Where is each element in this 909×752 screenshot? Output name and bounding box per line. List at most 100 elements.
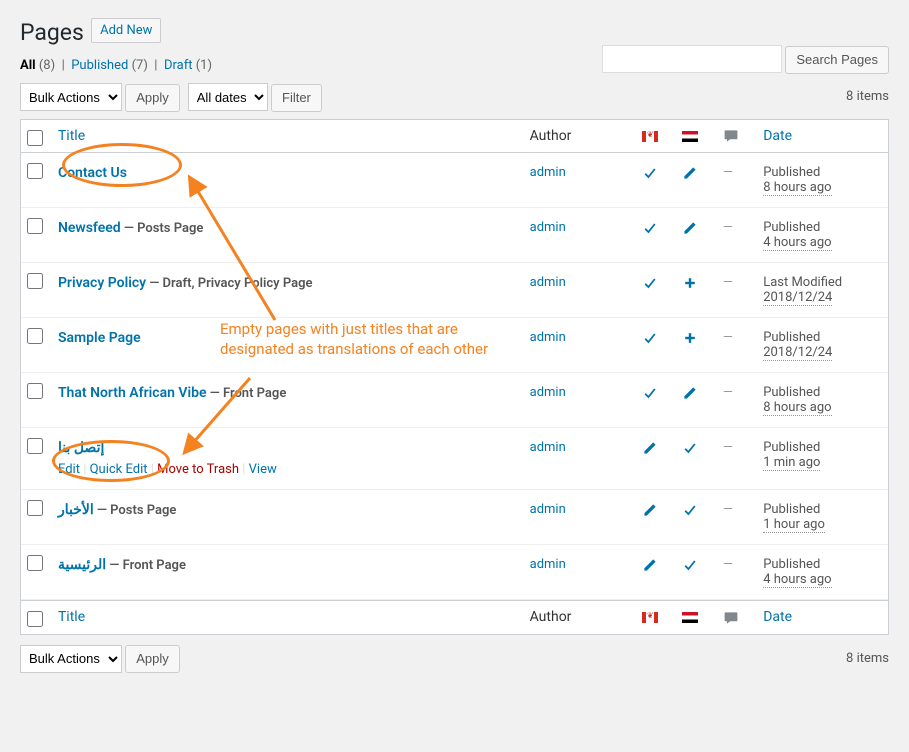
bulk-apply-button-bottom[interactable]: Apply: [125, 645, 180, 673]
publish-status: Published: [763, 557, 820, 572]
search-input[interactable]: [602, 45, 782, 73]
post-state: — Posts Page: [121, 221, 204, 236]
select-all-bottom[interactable]: [27, 611, 43, 627]
publish-time: 8 hours ago: [763, 180, 831, 196]
publish-status: Published: [763, 330, 820, 345]
row-checkbox[interactable]: [27, 500, 43, 516]
comments-dash: —: [723, 440, 733, 455]
table-row: That North African Vibe — Front Pageadmi…: [21, 373, 888, 428]
row-checkbox[interactable]: [27, 273, 43, 289]
pencil-icon[interactable]: [642, 557, 658, 573]
comments-dash: —: [723, 557, 733, 572]
publish-status: Published: [763, 165, 820, 180]
comments-dash: —: [723, 502, 733, 517]
row-checkbox[interactable]: [27, 218, 43, 234]
items-count: 8 items: [846, 83, 889, 111]
filter-published[interactable]: Published: [71, 58, 128, 73]
bulk-apply-button[interactable]: Apply: [125, 84, 180, 112]
flag-ca-icon: [642, 612, 658, 623]
trash-link[interactable]: Move to Trash: [157, 462, 239, 477]
page-heading: Pages: [20, 10, 84, 50]
flag-eg-icon: [682, 131, 698, 142]
filter-all[interactable]: All: [20, 58, 36, 73]
publish-time: 2018/12/24: [763, 290, 832, 306]
check-icon: [642, 165, 658, 181]
check-icon: [642, 220, 658, 236]
comments-dash: —: [723, 330, 733, 345]
col-author: Author: [520, 120, 632, 153]
row-actions: Edit | Quick Edit | Move to Trash | View: [58, 462, 510, 477]
table-row: إتصل بنا Edit | Quick Edit | Move to Tras…: [21, 428, 888, 490]
comments-dash: —: [723, 385, 733, 400]
page-title-link[interactable]: الأخبار: [58, 502, 94, 518]
pencil-icon[interactable]: [682, 385, 698, 401]
check-icon: [682, 440, 698, 456]
row-checkbox[interactable]: [27, 328, 43, 344]
row-checkbox[interactable]: [27, 438, 43, 454]
table-row: Newsfeed — Posts Page admin — Published4 ho…: [21, 208, 888, 263]
view-link[interactable]: View: [249, 462, 277, 477]
table-row: Privacy Policy — Draft, Privacy Policy P…: [21, 263, 888, 318]
row-checkbox[interactable]: [27, 163, 43, 179]
pencil-icon[interactable]: [642, 440, 658, 456]
page-title-link[interactable]: Privacy Policy: [58, 275, 146, 291]
check-icon: [642, 385, 658, 401]
author-link[interactable]: admin: [530, 557, 566, 572]
post-state: — Draft, Privacy Policy Page: [146, 276, 312, 291]
author-link[interactable]: admin: [530, 275, 566, 290]
publish-time: 1 min ago: [763, 455, 820, 471]
search-button[interactable]: Search Pages: [785, 46, 889, 74]
quick-edit-link[interactable]: Quick Edit: [90, 462, 148, 477]
publish-time: 4 hours ago: [763, 235, 831, 251]
col-date-foot[interactable]: Date: [763, 609, 792, 625]
bulk-actions-select[interactable]: Bulk Actions: [20, 83, 122, 111]
publish-status: Published: [763, 440, 820, 455]
publish-time: 2018/12/24: [763, 345, 832, 361]
pencil-icon[interactable]: [682, 165, 698, 181]
publish-time: 4 hours ago: [763, 572, 831, 588]
publish-time: 8 hours ago: [763, 400, 831, 416]
row-checkbox[interactable]: [27, 555, 43, 571]
check-icon: [682, 557, 698, 573]
author-link[interactable]: admin: [530, 165, 566, 180]
comments-dash: —: [723, 220, 733, 235]
date-filter-select[interactable]: All dates: [188, 83, 268, 111]
publish-status: Published: [763, 220, 820, 235]
page-title-link[interactable]: Newsfeed: [58, 220, 121, 236]
filter-button[interactable]: Filter: [271, 84, 322, 112]
comments-dash: —: [723, 165, 733, 180]
table-row: الأخبار — Posts Pageadmin—Published1 hou…: [21, 490, 888, 545]
publish-status: Published: [763, 502, 820, 517]
add-new-button[interactable]: Add New: [91, 18, 161, 43]
filter-draft[interactable]: Draft: [164, 58, 193, 73]
table-row: Sample Page admin — Published2018/12/24: [21, 318, 888, 373]
bulk-actions-select-bottom[interactable]: Bulk Actions: [20, 645, 122, 673]
publish-status: Published: [763, 385, 820, 400]
plus-icon[interactable]: [682, 275, 698, 291]
page-title-link[interactable]: إتصل بنا: [58, 440, 104, 456]
page-title-link[interactable]: Contact Us: [58, 165, 127, 181]
author-link[interactable]: admin: [530, 502, 566, 517]
author-link[interactable]: admin: [530, 330, 566, 345]
pages-table: Title Author Date Contact Us admin — Publis…: [20, 119, 889, 635]
edit-link[interactable]: Edit: [58, 462, 80, 477]
row-checkbox[interactable]: [27, 383, 43, 399]
publish-status: Last Modified: [763, 275, 842, 290]
pencil-icon[interactable]: [682, 220, 698, 236]
col-title-foot[interactable]: Title: [58, 609, 85, 625]
page-title-link[interactable]: That North African Vibe: [58, 385, 207, 401]
author-link[interactable]: admin: [530, 385, 566, 400]
comments-dash: —: [723, 275, 733, 290]
select-all-top[interactable]: [27, 130, 43, 146]
plus-icon[interactable]: [682, 330, 698, 346]
col-date[interactable]: Date: [763, 128, 792, 144]
page-title-link[interactable]: الرئيسية: [58, 557, 106, 573]
check-icon: [682, 502, 698, 518]
flag-eg-icon: [682, 612, 698, 623]
author-link[interactable]: admin: [530, 440, 566, 455]
comments-icon: [723, 610, 739, 626]
page-title-link[interactable]: Sample Page: [58, 330, 141, 346]
col-title[interactable]: Title: [58, 128, 85, 144]
pencil-icon[interactable]: [642, 502, 658, 518]
author-link[interactable]: admin: [530, 220, 566, 235]
